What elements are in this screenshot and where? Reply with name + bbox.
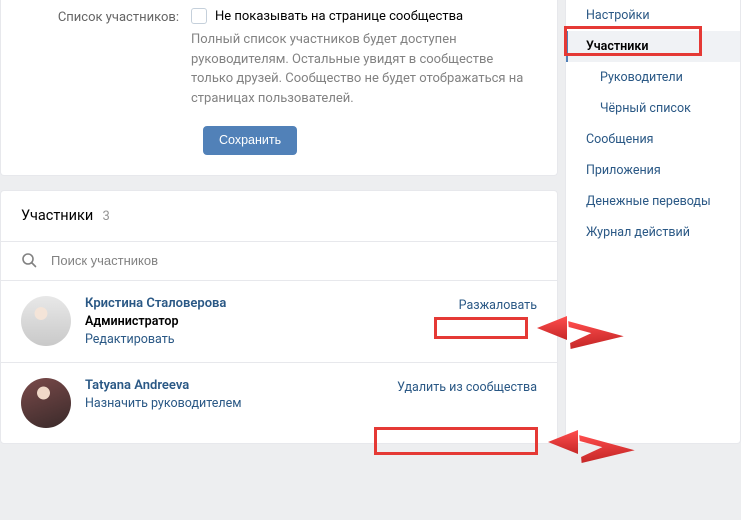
sidebar-item-transfers[interactable]: Денежные переводы [566, 186, 740, 217]
checkbox-label: Не показывать на странице сообщества [215, 9, 463, 24]
settings-card: Список участников: Не показывать на стра… [0, 0, 558, 176]
setting-row-members-list: Список участников: Не показывать на стра… [21, 0, 537, 108]
search-icon [21, 252, 37, 268]
search-input[interactable] [51, 253, 537, 268]
sidebar-item-members[interactable]: Участники [566, 31, 740, 62]
hide-members-checkbox-row[interactable]: Не показывать на странице сообщества [191, 8, 537, 24]
members-title: Участники [21, 207, 93, 224]
sidebar: Настройки Участники Руководители Чёрный … [565, 0, 741, 444]
save-button[interactable]: Сохранить [203, 126, 297, 155]
sidebar-item-settings[interactable]: Настройки [566, 0, 740, 31]
sidebar-item-managers[interactable]: Руководители [566, 62, 740, 93]
member-name-link[interactable]: Кристина Сталоверова [85, 296, 226, 311]
setting-body: Не показывать на странице сообщества Пол… [191, 8, 537, 108]
sidebar-item-messages[interactable]: Сообщения [566, 124, 740, 155]
sidebar-item-blacklist[interactable]: Чёрный список [566, 93, 740, 124]
setting-description: Полный список участников будет доступен … [191, 30, 537, 108]
members-card: Участники 3 Кристина Сталоверова Ад [0, 190, 558, 444]
member-remove-link[interactable]: Удалить из сообщества [397, 378, 537, 395]
member-edit-link[interactable]: Редактировать [85, 332, 226, 347]
sidebar-item-log[interactable]: Журнал действий [566, 217, 740, 248]
avatar[interactable] [21, 296, 71, 346]
members-count: 3 [102, 209, 109, 224]
member-name-link[interactable]: Tatyana Andreeva [85, 378, 241, 393]
setting-label: Список участников: [21, 8, 191, 108]
member-role: Администратор [85, 314, 226, 329]
checkbox-icon[interactable] [191, 8, 207, 24]
member-demote-link[interactable]: Разжаловать [459, 296, 537, 313]
sidebar-item-apps[interactable]: Приложения [566, 155, 740, 186]
member-row: Tatyana Andreeva Назначить руководителем… [1, 363, 557, 443]
members-header: Участники 3 [1, 191, 557, 242]
member-row: Кристина Сталоверова Администратор Редак… [1, 281, 557, 363]
members-search-row [1, 242, 557, 281]
member-assign-link[interactable]: Назначить руководителем [85, 396, 241, 411]
avatar[interactable] [21, 378, 71, 428]
